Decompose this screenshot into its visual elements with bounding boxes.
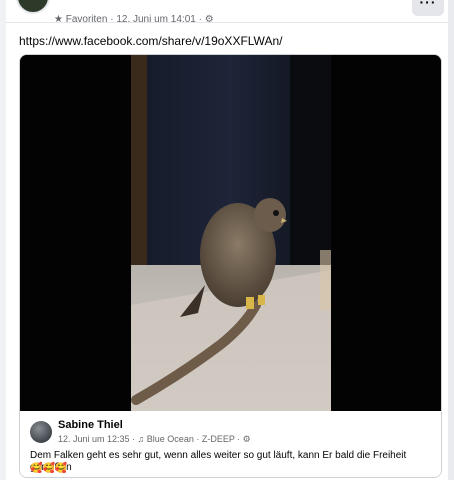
feed-post: ★ Favoriten · 12. Juni um 14:01 · ⚙ ··· … — [6, 0, 454, 480]
shared-meta: 12. Juni um 12:35 · ♫ Blue Ocean · Z-DEE… — [58, 434, 251, 444]
avatar[interactable] — [30, 421, 52, 443]
post-link-text[interactable]: https://www.facebook.com/share/v/19oXXFL… — [19, 34, 282, 48]
divider — [6, 22, 454, 23]
scroll-edge — [448, 0, 454, 480]
shared-post-footer: Sabine Thiel 12. Juni um 12:35 · ♫ Blue … — [20, 411, 441, 477]
more-options-button[interactable]: ··· — [412, 0, 444, 16]
video-player[interactable] — [20, 55, 441, 411]
shared-post-text: Dem Falken geht es sehr gut, wenn alles … — [30, 450, 407, 473]
video-thumbnail — [20, 55, 441, 411]
more-icon: ··· — [419, 0, 437, 10]
shared-post-card[interactable]: Sabine Thiel 12. Juni um 12:35 · ♫ Blue … — [19, 54, 442, 478]
shared-author-name[interactable]: Sabine Thiel — [58, 419, 123, 431]
emoji-row: 🥰🥰🥰 — [30, 463, 68, 474]
author-avatar[interactable] — [16, 0, 50, 14]
